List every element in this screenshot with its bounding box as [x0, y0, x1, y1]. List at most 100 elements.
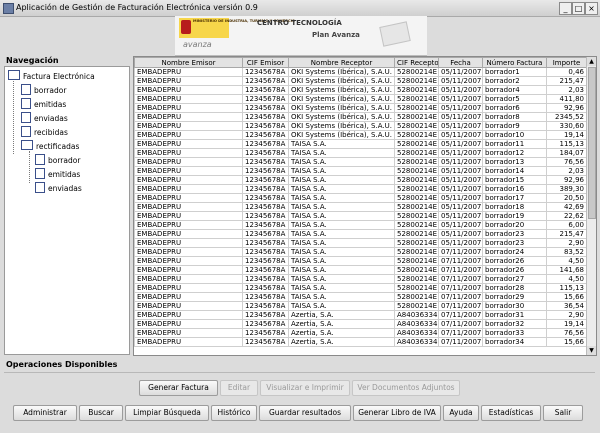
- table-cell: borrador9: [482, 121, 547, 131]
- column-header[interactable]: Fecha: [438, 57, 483, 68]
- tree-item-emitidas[interactable]: emitidas: [21, 98, 66, 109]
- table-cell: EMBADEPRU: [134, 175, 243, 185]
- table-cell: 411,80: [546, 94, 587, 104]
- navigation-tree: Factura Electrónica borrador emitidas en…: [4, 66, 130, 355]
- window-title: Aplicación de Gestión de Facturación Ele…: [16, 3, 258, 12]
- table-row[interactable]: EMBADEPRU 12345678A TAISA S.A. 52800214E 07/…: [134, 283, 587, 293]
- tree-item-rectificadas[interactable]: rectificadas: [21, 140, 79, 151]
- scroll-thumb[interactable]: [588, 67, 596, 219]
- table-row[interactable]: EMBADEPRU 12345678A OKI Systems (Ibérica),…: [134, 121, 587, 131]
- column-header[interactable]: Número Factura: [482, 57, 547, 68]
- table-cell: EMBADEPRU: [134, 229, 243, 239]
- table-cell: 76,56: [546, 328, 587, 338]
- table-row[interactable]: EMBADEPRU 12345678A TAISA S.A. 52800214E 05/…: [134, 157, 587, 167]
- table-row[interactable]: EMBADEPRU 12345678A Azertia, S.A. A84036334…: [134, 310, 587, 320]
- table-row[interactable]: EMBADEPRU 12345678A TAISA S.A. 52800214E 07/…: [134, 247, 587, 257]
- table-row[interactable]: EMBADEPRU 12345678A TAISA S.A. 52800214E 05/…: [134, 193, 587, 203]
- table-cell: 52800214E: [394, 292, 439, 302]
- table-cell: Azertia, S.A.: [288, 310, 395, 320]
- table-cell: borrador34: [482, 337, 547, 347]
- history-button[interactable]: Histórico: [211, 405, 257, 421]
- table-row[interactable]: EMBADEPRU 12345678A OKI Systems (Ibérica),…: [134, 112, 587, 122]
- table-cell: 07/11/2007: [438, 256, 483, 266]
- help-button[interactable]: Ayuda: [443, 405, 479, 421]
- search-button[interactable]: Buscar: [79, 405, 123, 421]
- column-header[interactable]: CIF Receptor: [394, 57, 439, 68]
- scroll-up-icon[interactable]: ▲: [587, 57, 596, 66]
- column-header[interactable]: Importe: [546, 57, 587, 68]
- navigation-label: Navegación: [6, 56, 59, 65]
- view-print-button[interactable]: Visualizar e Imprimir: [260, 380, 350, 396]
- table-row[interactable]: EMBADEPRU 12345678A TAISA S.A. 52800214E 07/…: [134, 301, 587, 311]
- table-row[interactable]: EMBADEPRU 12345678A Azertia, S.A. A84036334…: [134, 337, 587, 347]
- view-attachments-button[interactable]: Ver Documentos Adjuntos: [352, 380, 460, 396]
- table-row[interactable]: EMBADEPRU 12345678A TAISA S.A. 52800214E 05/…: [134, 166, 587, 176]
- tree-item-enviadas[interactable]: enviadas: [21, 112, 68, 123]
- tree-item-borrador[interactable]: borrador: [21, 84, 66, 95]
- table-row[interactable]: EMBADEPRU 12345678A TAISA S.A. 52800214E 05/…: [134, 202, 587, 212]
- table-row[interactable]: EMBADEPRU 12345678A TAISA S.A. 52800214E 05/…: [134, 175, 587, 185]
- table-cell: 92,96: [546, 103, 587, 113]
- table-cell: 115,13: [546, 139, 587, 149]
- tree-subitem-borrador[interactable]: borrador: [35, 154, 80, 165]
- table-row[interactable]: EMBADEPRU 12345678A OKI Systems (Ibérica),…: [134, 85, 587, 95]
- table-cell: 05/11/2007: [438, 103, 483, 113]
- column-header[interactable]: CIF Emisor: [242, 57, 289, 68]
- statistics-button[interactable]: Estadísticas: [481, 405, 541, 421]
- table-row[interactable]: EMBADEPRU 12345678A OKI Systems (Ibérica),…: [134, 130, 587, 140]
- table-cell: 12345678A: [242, 166, 289, 176]
- table-row[interactable]: EMBADEPRU 12345678A OKI Systems (Ibérica),…: [134, 67, 587, 77]
- table-cell: 330,60: [546, 121, 587, 131]
- table-cell: 22,62: [546, 211, 587, 221]
- scroll-down-icon[interactable]: ▼: [587, 346, 596, 355]
- table-cell: 12345678A: [242, 103, 289, 113]
- generate-invoice-button[interactable]: Generar Factura: [139, 380, 218, 396]
- edit-button[interactable]: Editar: [220, 380, 258, 396]
- generate-vat-book-button[interactable]: Generar Libro de IVA: [353, 405, 441, 421]
- table-row[interactable]: EMBADEPRU 12345678A TAISA S.A. 52800214E 05/…: [134, 229, 587, 239]
- table-row[interactable]: EMBADEPRU 12345678A TAISA S.A. 52800214E 07/…: [134, 265, 587, 275]
- table-row[interactable]: EMBADEPRU 12345678A TAISA S.A. 52800214E 05/…: [134, 211, 587, 221]
- table-cell: TAISA S.A.: [288, 283, 395, 293]
- table-cell: 52800214E: [394, 193, 439, 203]
- table-row[interactable]: EMBADEPRU 12345678A OKI Systems (Ibérica),…: [134, 103, 587, 113]
- column-header[interactable]: Nombre Receptor: [288, 57, 395, 68]
- table-cell: 05/11/2007: [438, 130, 483, 140]
- minimize-icon[interactable]: _: [559, 2, 572, 15]
- table-row[interactable]: EMBADEPRU 12345678A Azertia, S.A. A84036334…: [134, 328, 587, 338]
- table-row[interactable]: EMBADEPRU 12345678A TAISA S.A. 52800214E 05/…: [134, 148, 587, 158]
- tree-subitem-enviadas[interactable]: enviadas: [35, 182, 82, 193]
- table-row[interactable]: EMBADEPRU 12345678A OKI Systems (Ibérica),…: [134, 76, 587, 86]
- table-row[interactable]: EMBADEPRU 12345678A OKI Systems (Ibérica),…: [134, 94, 587, 104]
- maximize-icon[interactable]: □: [572, 2, 585, 15]
- column-header[interactable]: Nombre Emisor: [134, 57, 243, 68]
- table-row[interactable]: EMBADEPRU 12345678A TAISA S.A. 52800214E 05/…: [134, 139, 587, 149]
- table-row[interactable]: EMBADEPRU 12345678A Azertia, S.A. A84036334…: [134, 319, 587, 329]
- document-icon: [21, 112, 31, 123]
- clear-search-button[interactable]: Limpiar Búsqueda: [125, 405, 209, 421]
- table-cell: borrador6: [482, 103, 547, 113]
- table-row[interactable]: EMBADEPRU 12345678A TAISA S.A. 52800214E 07/…: [134, 274, 587, 284]
- table-row[interactable]: EMBADEPRU 12345678A TAISA S.A. 52800214E 07/…: [134, 292, 587, 302]
- save-results-button[interactable]: Guardar resultados: [259, 405, 351, 421]
- administer-button[interactable]: Administrar: [13, 405, 77, 421]
- table-scrollbar[interactable]: ▲ ▼: [586, 57, 596, 355]
- table-cell: 12345678A: [242, 256, 289, 266]
- tree-item-recibidas[interactable]: recibidas: [21, 126, 68, 137]
- table-row[interactable]: EMBADEPRU 12345678A TAISA S.A. 52800214E 05/…: [134, 238, 587, 248]
- exit-button[interactable]: Salir: [543, 405, 583, 421]
- document-icon: [35, 168, 45, 179]
- invoice-table-panel[interactable]: Nombre Emisor CIF Emisor Nombre Receptor CI…: [133, 56, 597, 356]
- tree-root[interactable]: Factura Electrónica: [8, 70, 95, 81]
- table-cell: 05/11/2007: [438, 94, 483, 104]
- tree-subitem-emitidas[interactable]: emitidas: [35, 168, 80, 179]
- table-row[interactable]: EMBADEPRU 12345678A TAISA S.A. 52800214E 05/…: [134, 220, 587, 230]
- close-icon[interactable]: ×: [585, 2, 598, 15]
- table-cell: borrador5: [482, 94, 547, 104]
- table-row[interactable]: EMBADEPRU 12345678A TAISA S.A. 52800214E 07/…: [134, 256, 587, 266]
- table-cell: 2,03: [546, 85, 587, 95]
- table-cell: 12345678A: [242, 130, 289, 140]
- table-cell: EMBADEPRU: [134, 256, 243, 266]
- table-cell: TAISA S.A.: [288, 238, 395, 248]
- table-row[interactable]: EMBADEPRU 12345678A TAISA S.A. 52800214E 05/…: [134, 184, 587, 194]
